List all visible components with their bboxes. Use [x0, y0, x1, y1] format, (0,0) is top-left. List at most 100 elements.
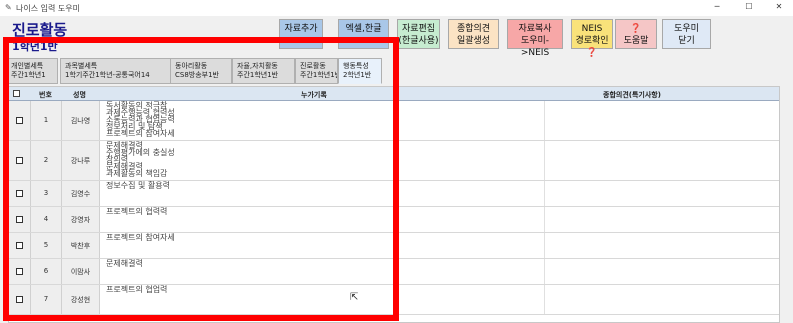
row-checkbox[interactable]	[16, 117, 23, 124]
tab-2[interactable]: 과목별세특 1학기주간1학년-공통국어14	[60, 58, 180, 84]
tab-label: 행동특성	[343, 62, 369, 70]
record-line: 수행평가에의 충실성	[106, 148, 175, 157]
record-line: 소통능력과 협업능력	[106, 115, 175, 124]
table-row[interactable]: 4 강영자 프로젝트의 협력력	[9, 207, 779, 233]
record-cell[interactable]: 문제해결력 수행평가에의 충실성 창의력 문제해결력 과제활동의 책임감	[100, 141, 545, 180]
tab-6[interactable]: 행동특성 2학년1반	[338, 58, 382, 84]
add-data-button[interactable]: 자료추가	[279, 19, 323, 49]
row-number: 7	[31, 285, 62, 314]
record-line: 과제활동의 책임감	[106, 169, 168, 178]
bulk-opinion-button[interactable]: 종합의견 일괄생성	[448, 19, 499, 49]
table-row[interactable]: 7 강성현 프로젝트의 협업력	[9, 285, 779, 315]
tab-5[interactable]: 진로활동 주간1학년1반	[295, 58, 338, 84]
button-label: ❓	[630, 24, 642, 34]
row-check-cell	[9, 207, 31, 232]
tab-3[interactable]: 동아리활동 CS8방송부1반	[170, 58, 232, 84]
neis-path-button[interactable]: NEIS 경로확인❓	[571, 19, 613, 58]
record-line: 문제해결력	[106, 259, 143, 268]
opinion-cell[interactable]	[545, 207, 779, 232]
minimize-button[interactable]: ─	[706, 2, 728, 14]
row-check-cell	[9, 181, 31, 206]
col-name[interactable]: 성명	[73, 90, 86, 100]
student-name: 김나영	[62, 101, 100, 140]
col-opinion[interactable]: 종합의견(특기사항)	[603, 90, 661, 100]
row-check-cell	[9, 233, 31, 258]
button-sublabel: 일괄생성	[456, 36, 491, 46]
app-window: ✎ 나이스 입력 도우미 ─ ☐ ✕ 진로활동 1학년1반 자료추가 엑셀,한글 자…	[0, 0, 793, 323]
button-sublabel: 경로확인❓	[575, 36, 609, 58]
col-record[interactable]: 누가기록	[301, 90, 327, 100]
tab-label: 과목별세특	[65, 62, 98, 70]
student-name: 박찬후	[62, 233, 100, 258]
tab-4[interactable]: 자율,자치활동 주간1학년1반	[232, 58, 295, 84]
row-number: 2	[31, 141, 62, 180]
student-name: 강나루	[62, 141, 100, 180]
record-cell[interactable]: 독서활동의 적극참 과제수행능력 협력성 소통능력과 협업능력 정보처리 및 탐색 프로…	[100, 101, 545, 140]
excel-hwp-button[interactable]: 엑셀,한글	[338, 19, 389, 49]
edit-data-button[interactable]: 자료편집 (한글사용)	[397, 19, 440, 49]
row-check-cell	[9, 259, 31, 284]
opinion-cell[interactable]	[545, 285, 779, 314]
tab-sublabel: 1학기주간1학년-공통국어14	[65, 71, 150, 79]
tab-sublabel: 주간1학년1	[11, 71, 46, 79]
title-bar: ✎ 나이스 입력 도우미 ─ ☐ ✕	[0, 0, 793, 16]
student-name: 김영수	[62, 181, 100, 206]
feather-icon: ✎	[5, 3, 12, 12]
table-row[interactable]: 3 김영수 정보수집 및 활용력	[9, 181, 779, 207]
record-cell[interactable]: 프로젝트의 협력력	[100, 207, 545, 232]
tab-sublabel: 주간1학년1반	[300, 71, 338, 79]
class-label: 1학년1반	[12, 40, 58, 53]
mouse-cursor-icon: ⇱	[350, 292, 359, 303]
table-row[interactable]: 5 박찬후 프로젝트의 참여자세	[9, 233, 779, 259]
select-all-checkbox[interactable]	[13, 90, 20, 97]
opinion-cell[interactable]	[545, 141, 779, 180]
page-title: 진로활동	[12, 21, 68, 39]
copy-to-neis-button[interactable]: 자료복사 도우미->NEIS	[507, 19, 563, 58]
button-label: 엑셀,한글	[345, 24, 382, 34]
record-cell[interactable]: 프로젝트의 협업력	[100, 285, 545, 314]
row-checkbox[interactable]	[16, 296, 23, 303]
row-number: 6	[31, 259, 62, 284]
tab-1[interactable]: 개인별세특 주간1학년1	[6, 58, 58, 84]
row-checkbox[interactable]	[16, 242, 23, 249]
record-line: 문제해결력	[106, 162, 143, 171]
col-no[interactable]: 번호	[39, 90, 52, 100]
row-checkbox[interactable]	[16, 190, 23, 197]
student-table: 번호 성명 누가기록 종합의견(특기사항) 1 김나영 독서활동의 적극참 과제수행능…	[8, 86, 780, 323]
row-checkbox[interactable]	[16, 157, 23, 164]
help-button[interactable]: ❓ 도움말	[615, 19, 657, 49]
opinion-cell[interactable]	[545, 101, 779, 140]
tab-sublabel: 2학년1반	[343, 71, 372, 79]
close-button[interactable]: ✕	[768, 2, 790, 14]
table-header: 번호 성명 누가기록 종합의견(특기사항)	[9, 87, 779, 101]
row-number: 1	[31, 101, 62, 140]
button-sublabel: (한글사용)	[398, 36, 439, 46]
table-row[interactable]: 1 김나영 독서활동의 적극참 과제수행능력 협력성 소통능력과 협업능력 정보처리 및 …	[9, 101, 779, 141]
opinion-cell[interactable]	[545, 181, 779, 206]
button-label: NEIS	[581, 24, 603, 34]
table-row[interactable]: 6 이맘사 문제해결력	[9, 259, 779, 285]
tab-label: 진로활동	[300, 62, 326, 70]
button-label: 자료복사	[518, 24, 552, 34]
tab-label: 자율,자치활동	[237, 62, 278, 70]
button-label: 도우미	[674, 24, 699, 34]
opinion-cell[interactable]	[545, 233, 779, 258]
record-cell[interactable]: 정보수집 및 활용력	[100, 181, 545, 206]
close-helper-button[interactable]: 도우미닫기	[662, 19, 711, 49]
tab-label: 개인별세특	[11, 62, 44, 70]
row-checkbox[interactable]	[16, 268, 23, 275]
record-cell[interactable]: 문제해결력	[100, 259, 545, 284]
row-checkbox[interactable]	[16, 216, 23, 223]
record-cell[interactable]: 프로젝트의 참여자세	[100, 233, 545, 258]
student-name: 강영자	[62, 207, 100, 232]
opinion-cell[interactable]	[545, 259, 779, 284]
student-name: 강성현	[62, 285, 100, 314]
row-number: 5	[31, 233, 62, 258]
student-name: 이맘사	[62, 259, 100, 284]
table-row[interactable]: 2 강나루 문제해결력 수행평가에의 충실성 창의력 문제해결력 과제활동의 책임감	[9, 141, 779, 181]
button-sublabel: 닫기	[678, 36, 695, 46]
record-line: 정보수집 및 활용력	[106, 181, 170, 190]
record-line: 프로젝트의 협력력	[106, 207, 168, 216]
maximize-button[interactable]: ☐	[738, 2, 760, 14]
record-line: 프로젝트의 참여자세	[106, 129, 175, 138]
